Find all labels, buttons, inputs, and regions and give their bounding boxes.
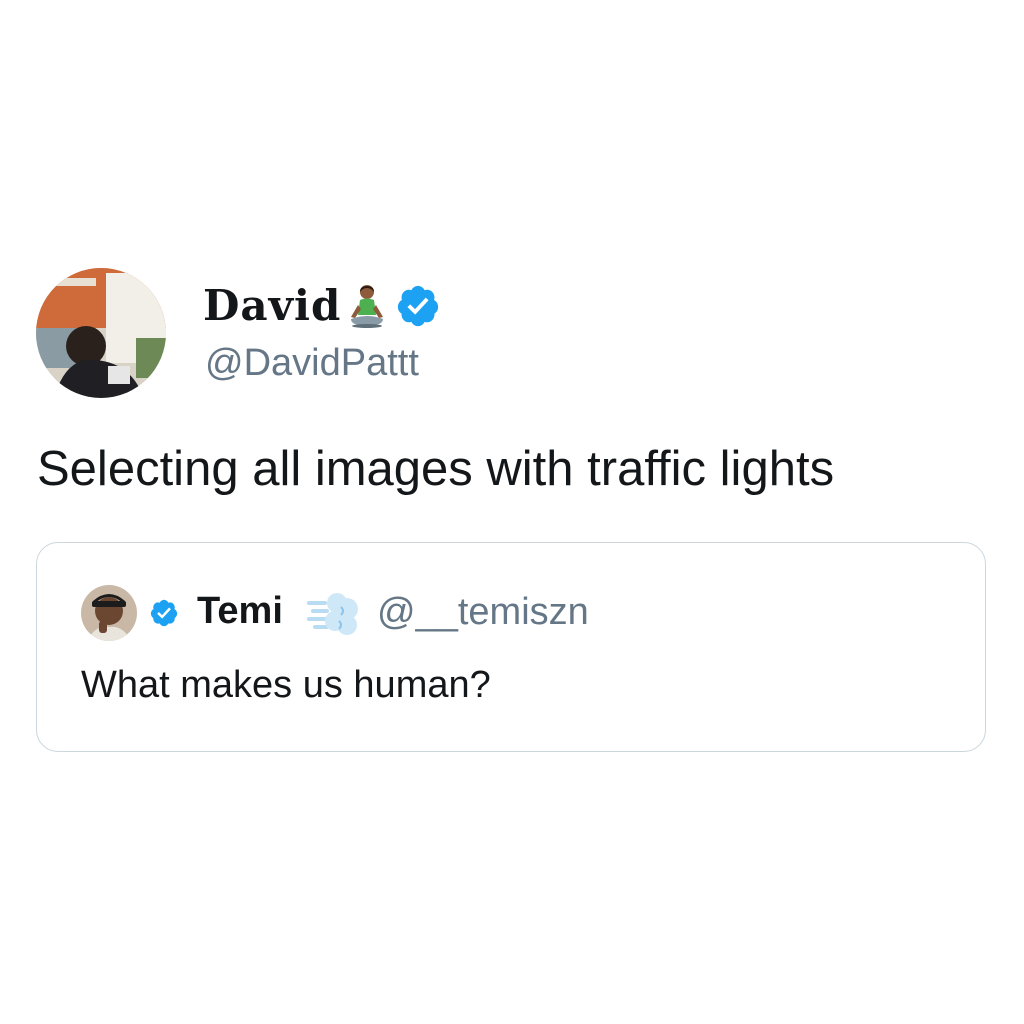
author-avatar[interactable]	[36, 268, 166, 398]
dashing-away-icon	[307, 593, 358, 635]
verified-badge-icon	[398, 285, 439, 327]
author-display-name[interactable]: David	[203, 285, 341, 327]
person-in-lotus-position-icon	[351, 285, 384, 328]
quoted-tweet-text: What makes us human?	[81, 664, 491, 706]
quoted-author-handle[interactable]: @__temiszn	[377, 591, 589, 634]
verified-badge-icon	[150, 599, 178, 627]
tweet-text: Selecting all images with traffic lights	[37, 442, 835, 496]
author-name-row: David	[203, 277, 441, 335]
author-handle[interactable]: @DavidPattt	[205, 342, 419, 385]
quoted-author-avatar[interactable]	[81, 585, 137, 641]
quoted-author-display-name[interactable]: Temi	[197, 590, 283, 633]
tweet[interactable]: David @DavidPattt Selecting all images w…	[0, 0, 1024, 1024]
quoted-tweet-card[interactable]: Temi @__temiszn What makes us human?	[36, 542, 986, 752]
